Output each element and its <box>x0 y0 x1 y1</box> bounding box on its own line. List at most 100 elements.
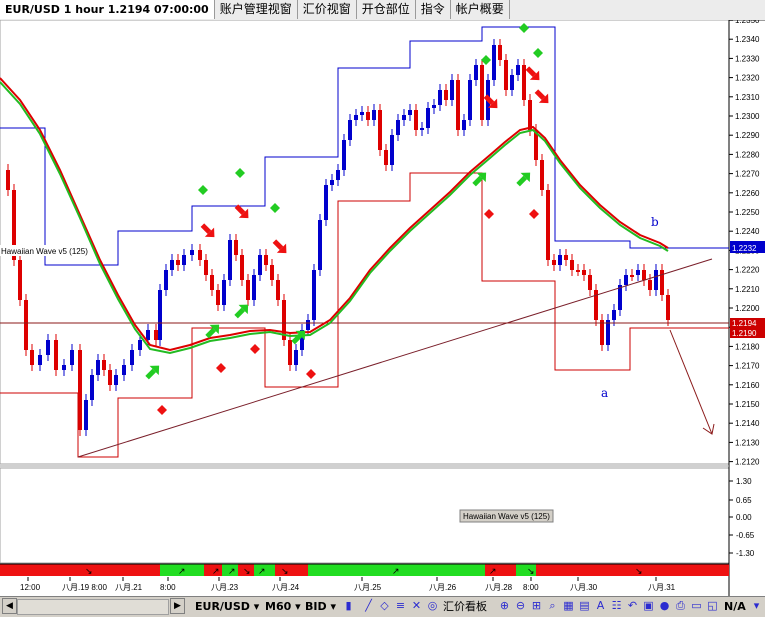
candle-body <box>438 90 442 105</box>
candle-body <box>38 355 42 365</box>
chart-link-icon[interactable]: ⊞ <box>530 599 543 612</box>
template-icon[interactable]: ▣ <box>642 599 655 612</box>
candle-body <box>264 255 268 265</box>
price-type-select[interactable]: BID ▾ <box>305 599 336 614</box>
candle-body <box>130 350 134 365</box>
tab-orders[interactable]: 指令 <box>415 0 451 19</box>
indicator-pane <box>0 467 730 564</box>
time-tick-label: 八月.28 <box>485 583 513 592</box>
period-select[interactable]: M60 ▾ <box>265 599 301 614</box>
candle-body <box>606 320 610 345</box>
chart-type-icon[interactable]: ▮ <box>342 599 355 612</box>
candle-body <box>204 260 208 275</box>
zoom-icon[interactable]: ⌕ <box>546 599 559 612</box>
trend-mark: ↘ <box>281 567 289 577</box>
text-tool-icon[interactable]: A <box>594 599 607 612</box>
indicators-icon[interactable]: ◎ <box>426 599 439 612</box>
candle-body <box>354 115 358 120</box>
crosshair-icon[interactable]: ✕ <box>410 599 423 612</box>
levels-icon[interactable]: ≡ <box>394 599 407 612</box>
zoom-in-icon[interactable]: ⊕ <box>498 599 511 612</box>
candle-body <box>522 65 526 100</box>
price-tick-label: 1.2200 <box>735 304 760 313</box>
candle-body <box>54 340 58 370</box>
candle-body <box>420 128 424 130</box>
candle-body <box>138 340 142 350</box>
candle-body <box>408 110 412 115</box>
trend-mark: ↘ <box>635 567 643 577</box>
color-icon[interactable]: ● <box>658 599 671 612</box>
preview-icon[interactable]: ◱ <box>706 599 719 612</box>
calendar-icon[interactable]: ▤ <box>578 599 591 612</box>
candle-body <box>666 295 670 320</box>
candle-body <box>528 100 532 130</box>
candle-body <box>190 250 194 255</box>
candle-body <box>516 65 520 75</box>
indicator-tick-label: 0.65 <box>736 496 752 505</box>
horizontal-scrollbar[interactable] <box>17 599 169 615</box>
na-indicator: N/A <box>724 600 746 613</box>
candle-body <box>360 112 364 115</box>
tab-account-management[interactable]: 账户管理视窗 <box>214 0 298 19</box>
time-tick-label: 八月.25 <box>354 583 382 592</box>
tab-eurusd-chart[interactable]: EUR/USD 1 hour 1.2194 07:00:00 <box>0 0 215 19</box>
candle-body <box>276 280 280 300</box>
indicator-label-price-pane: Hawaiian Wave v5 (125) <box>1 247 88 256</box>
candle-body <box>158 290 162 340</box>
candle-body <box>510 75 514 90</box>
print-icon[interactable]: ⎙ <box>674 599 687 612</box>
candle-body <box>444 90 448 100</box>
price-tick-label: 1.2170 <box>735 362 760 371</box>
scroll-left-button[interactable]: ◀ <box>2 598 17 614</box>
indicator-tick-label: 0.00 <box>736 513 752 522</box>
tab-open-positions[interactable]: 开仓部位 <box>356 0 416 19</box>
zoom-out-icon[interactable]: ⊖ <box>514 599 527 612</box>
dropdown-icon[interactable]: ▾ <box>750 599 763 612</box>
grid-icon[interactable]: ▦ <box>562 599 575 612</box>
price-type-value: BID <box>305 600 327 613</box>
candle-body <box>462 120 466 130</box>
price-tag-upper: 1.2232 <box>732 244 757 253</box>
candle-body <box>636 270 640 275</box>
price-tag-current: 1.2194 <box>732 319 757 328</box>
candle-body <box>318 220 322 270</box>
trend-mark: ↗ <box>228 567 236 577</box>
price-tick-label: 1.2150 <box>735 400 760 409</box>
chart-toolbar: ◀ ▶ EUR/USD ▾ M60 ▾ BID ▾ ▮ ╱ ◇ ≡ ✕ ◎ 汇价… <box>0 596 765 617</box>
trend-mark: ↗ <box>258 567 266 577</box>
settings-icon[interactable]: ☷ <box>610 599 623 612</box>
indicator-pane-label: Hawaiian Wave v5 (125) <box>463 512 550 521</box>
tab-quotes[interactable]: 汇价视窗 <box>297 0 357 19</box>
candle-body <box>170 260 174 270</box>
candle-body <box>258 255 262 275</box>
candle-body <box>414 110 418 130</box>
tab-account-summary[interactable]: 帐户概要 <box>450 0 510 19</box>
candle-body <box>294 350 298 365</box>
draw-icon[interactable]: ◇ <box>378 599 391 612</box>
candle-body <box>336 170 340 180</box>
candle-body <box>324 185 328 220</box>
time-tick-label: 八月.31 <box>648 583 676 592</box>
candle-body <box>540 160 544 190</box>
time-tick-label: 八月.21 <box>115 583 143 592</box>
quote-board-label[interactable]: 汇价看板 <box>443 599 487 614</box>
candle-body <box>6 170 10 190</box>
candle-body <box>474 65 478 80</box>
symbol-select[interactable]: EUR/USD ▾ <box>195 599 259 614</box>
candle-body <box>582 270 586 275</box>
time-tick-label: 八月.26 <box>429 583 457 592</box>
price-tick-label: 1.2300 <box>735 112 760 121</box>
trend-mark: ↘ <box>243 567 251 577</box>
undo-icon[interactable]: ↶ <box>626 599 639 612</box>
candle-body <box>432 105 436 108</box>
price-tick-label: 1.2260 <box>735 189 760 198</box>
scroll-right-button[interactable]: ▶ <box>170 598 185 614</box>
candle-body <box>378 110 382 150</box>
price-chart[interactable]: 1.2350 1.2340 1.2330 1.2320 1.2310 1.2300 1.22… <box>0 20 765 596</box>
line-tool-icon[interactable]: ╱ <box>362 599 375 612</box>
candle-body <box>492 45 496 80</box>
save-icon[interactable]: ▭ <box>690 599 703 612</box>
candle-body <box>390 135 394 165</box>
candle-body <box>70 350 74 365</box>
candle-body <box>210 275 214 290</box>
